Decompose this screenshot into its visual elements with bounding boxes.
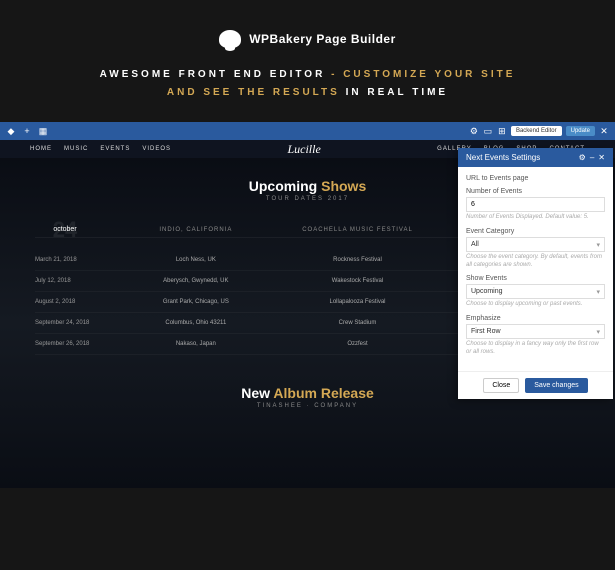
row-venue: Rockness Festival	[297, 257, 419, 263]
emphasize-help: Choose to display in a fancy way only th…	[466, 341, 605, 357]
nav-home[interactable]: HOME	[30, 146, 52, 152]
row-date: July 12, 2018	[35, 278, 95, 284]
save-button[interactable]: Save changes	[525, 378, 587, 393]
desktop-icon[interactable]: ▭	[483, 126, 493, 136]
vc-logo-icon[interactable]: ◆	[6, 126, 16, 136]
close-button[interactable]: Close	[483, 378, 519, 393]
featured-date: 24 october	[35, 226, 95, 233]
featured-location: INDIO, CALIFORNIA	[135, 227, 257, 233]
template-icon[interactable]: ▦	[38, 126, 48, 136]
row-venue: Ozzfest	[297, 341, 419, 347]
row-venue: Crew Stadium	[297, 320, 419, 326]
vc-toolbar: ◆ + ▦ ⚙ ▭ ⊞ Backend Editor Update ✕	[0, 122, 615, 140]
chef-hat-icon	[219, 30, 241, 48]
row-location: Loch Ness, UK	[135, 257, 257, 263]
panel-title: Next Events Settings	[466, 153, 540, 162]
row-location: Aberysch, Gwynedd, UK	[135, 278, 257, 284]
row-location: Grant Park, Chicago, US	[135, 299, 257, 305]
num-events-help: Number of Events Displayed. Default valu…	[466, 214, 605, 222]
row-date: August 2, 2018	[35, 299, 95, 305]
show-events-select[interactable]: Upcoming	[466, 284, 605, 299]
brand-logo: WPBakery Page Builder	[40, 30, 575, 48]
row-venue: Lollapalooza Festival	[297, 299, 419, 305]
row-date: September 26, 2018	[35, 341, 95, 347]
minimize-icon[interactable]: –	[590, 153, 594, 162]
panel-footer: Close Save changes	[458, 371, 613, 399]
panel-body: URL to Events page Number of Events Numb…	[458, 167, 613, 371]
category-select[interactable]: All	[466, 237, 605, 252]
guides-icon[interactable]: ⊞	[497, 126, 507, 136]
site-logo[interactable]: Lucille	[287, 142, 320, 157]
update-button[interactable]: Update	[566, 126, 595, 136]
category-label: Event Category	[466, 228, 605, 235]
panel-header[interactable]: Next Events Settings ⚙ – ✕	[458, 148, 613, 167]
category-help: Choose the event category. By default, e…	[466, 254, 605, 270]
add-element-icon[interactable]: +	[22, 126, 32, 136]
num-events-input[interactable]	[466, 197, 605, 212]
show-events-label: Show Events	[466, 275, 605, 282]
row-date: March 21, 2018	[35, 257, 95, 263]
featured-venue: COACHELLA MUSIC FESTIVAL	[297, 227, 419, 233]
emphasize-select[interactable]: First Row	[466, 324, 605, 339]
nav-videos[interactable]: VIDEOS	[142, 146, 171, 152]
row-location: Columbus, Ohio 43211	[135, 320, 257, 326]
brand-name: WPBakery Page Builder	[249, 32, 396, 46]
tagline: AWESOME FRONT END EDITOR - CUSTOMIZE YOU…	[40, 66, 575, 102]
num-events-label: Number of Events	[466, 188, 605, 195]
row-venue: Wakestock Festival	[297, 278, 419, 284]
close-icon[interactable]: ✕	[599, 126, 609, 136]
emphasize-label: Emphasize	[466, 315, 605, 322]
show-events-help: Choose to display upcoming or past event…	[466, 301, 605, 309]
nav-events[interactable]: EVENTS	[100, 146, 130, 152]
gear-icon[interactable]: ⚙	[469, 126, 479, 136]
backend-editor-button[interactable]: Backend Editor	[511, 126, 562, 136]
close-icon[interactable]: ✕	[598, 153, 605, 162]
row-location: Nakaso, Japan	[135, 341, 257, 347]
url-label: URL to Events page	[466, 175, 605, 182]
gear-icon[interactable]: ⚙	[579, 153, 586, 162]
nav-music[interactable]: MUSIC	[64, 146, 88, 152]
hero-header: WPBakery Page Builder AWESOME FRONT END …	[0, 0, 615, 122]
album-subtitle: TINASHEE · COMPANY	[0, 403, 615, 409]
row-date: September 24, 2018	[35, 320, 95, 326]
settings-panel: Next Events Settings ⚙ – ✕ URL to Events…	[458, 148, 613, 399]
